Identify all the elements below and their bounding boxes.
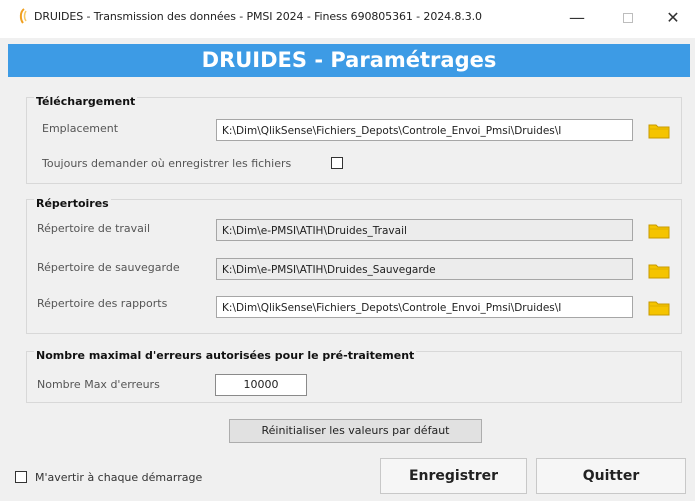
save-button[interactable]: Enregistrer [380,458,527,494]
warn-on-start-checkbox[interactable] [15,471,27,483]
group-title-erreurs: Nombre maximal d'erreurs autorisées pour… [34,349,417,362]
rapports-field[interactable]: K:\Dim\QlikSense\Fichiers_Depots\Control… [216,296,633,318]
sauvegarde-field[interactable]: K:\Dim\e-PMSI\ATIH\Druides_Sauvegarde [216,258,633,280]
max-errors-field[interactable]: 10000 [215,374,307,396]
max-errors-label: Nombre Max d'erreurs [37,378,160,391]
repertoires-group: Répertoires Répertoire de travail K:\Dim… [26,197,682,334]
reset-defaults-button[interactable]: Réinitialiser les valeurs par défaut [229,419,482,443]
folder-icon [648,264,670,279]
folder-icon [648,301,670,316]
always-ask-label: Toujours demander où enregistrer les fic… [42,157,292,170]
always-ask-checkbox[interactable] [331,157,343,169]
emplacement-field[interactable]: K:\Dim\QlikSense\Fichiers_Depots\Control… [216,119,633,141]
erreurs-group: Nombre maximal d'erreurs autorisées pour… [26,349,682,403]
quit-button[interactable]: Quitter [536,458,686,494]
warn-on-start-label: M'avertir à chaque démarrage [35,471,203,484]
group-title-telechargement: Téléchargement [34,95,138,108]
minimize-button[interactable]: — [560,5,594,31]
page-title: DRUIDES - Paramétrages [8,44,690,77]
travail-field[interactable]: K:\Dim\e-PMSI\ATIH\Druides_Travail [216,219,633,241]
telechargement-group: Téléchargement Emplacement K:\Dim\QlikSe… [26,95,682,184]
maximize-button[interactable] [611,5,645,31]
emplacement-browse-button[interactable] [645,119,673,141]
folder-icon [648,224,670,239]
emplacement-label: Emplacement [42,122,119,135]
window-title: DRUIDES - Transmission des données - PMS… [34,10,482,23]
close-button[interactable]: ✕ [656,5,690,31]
app-icon [19,8,27,24]
travail-label: Répertoire de travail [37,222,151,235]
sauvegarde-browse-button[interactable] [645,259,673,281]
title-bar: DRUIDES - Transmission des données - PMS… [0,0,695,38]
sauvegarde-label: Répertoire de sauvegarde [37,261,180,274]
rapports-label: Répertoire des rapports [37,297,168,310]
rapports-browse-button[interactable] [645,296,673,318]
maximize-icon [623,13,633,23]
travail-browse-button[interactable] [645,219,673,241]
folder-icon [648,124,670,139]
group-title-repertoires: Répertoires [34,197,111,210]
